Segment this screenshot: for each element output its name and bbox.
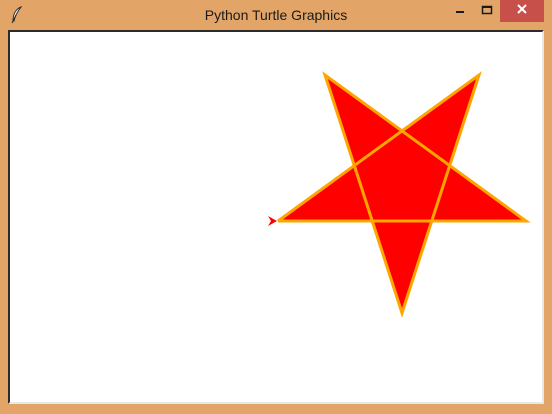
title-bar[interactable]: Python Turtle Graphics (0, 0, 552, 30)
drawing-canvas[interactable] (12, 34, 540, 400)
maximize-icon (481, 2, 493, 20)
close-button[interactable] (500, 0, 544, 22)
turtle-window: Python Turtle Graphics (0, 0, 552, 414)
close-icon (516, 2, 528, 20)
maximize-button[interactable] (474, 0, 500, 22)
canvas-frame (8, 30, 544, 404)
turtle-arrow-icon (268, 216, 277, 226)
minimize-icon (455, 2, 465, 20)
minimize-button[interactable] (446, 0, 474, 22)
turtle-canvas-svg (268, 71, 531, 318)
